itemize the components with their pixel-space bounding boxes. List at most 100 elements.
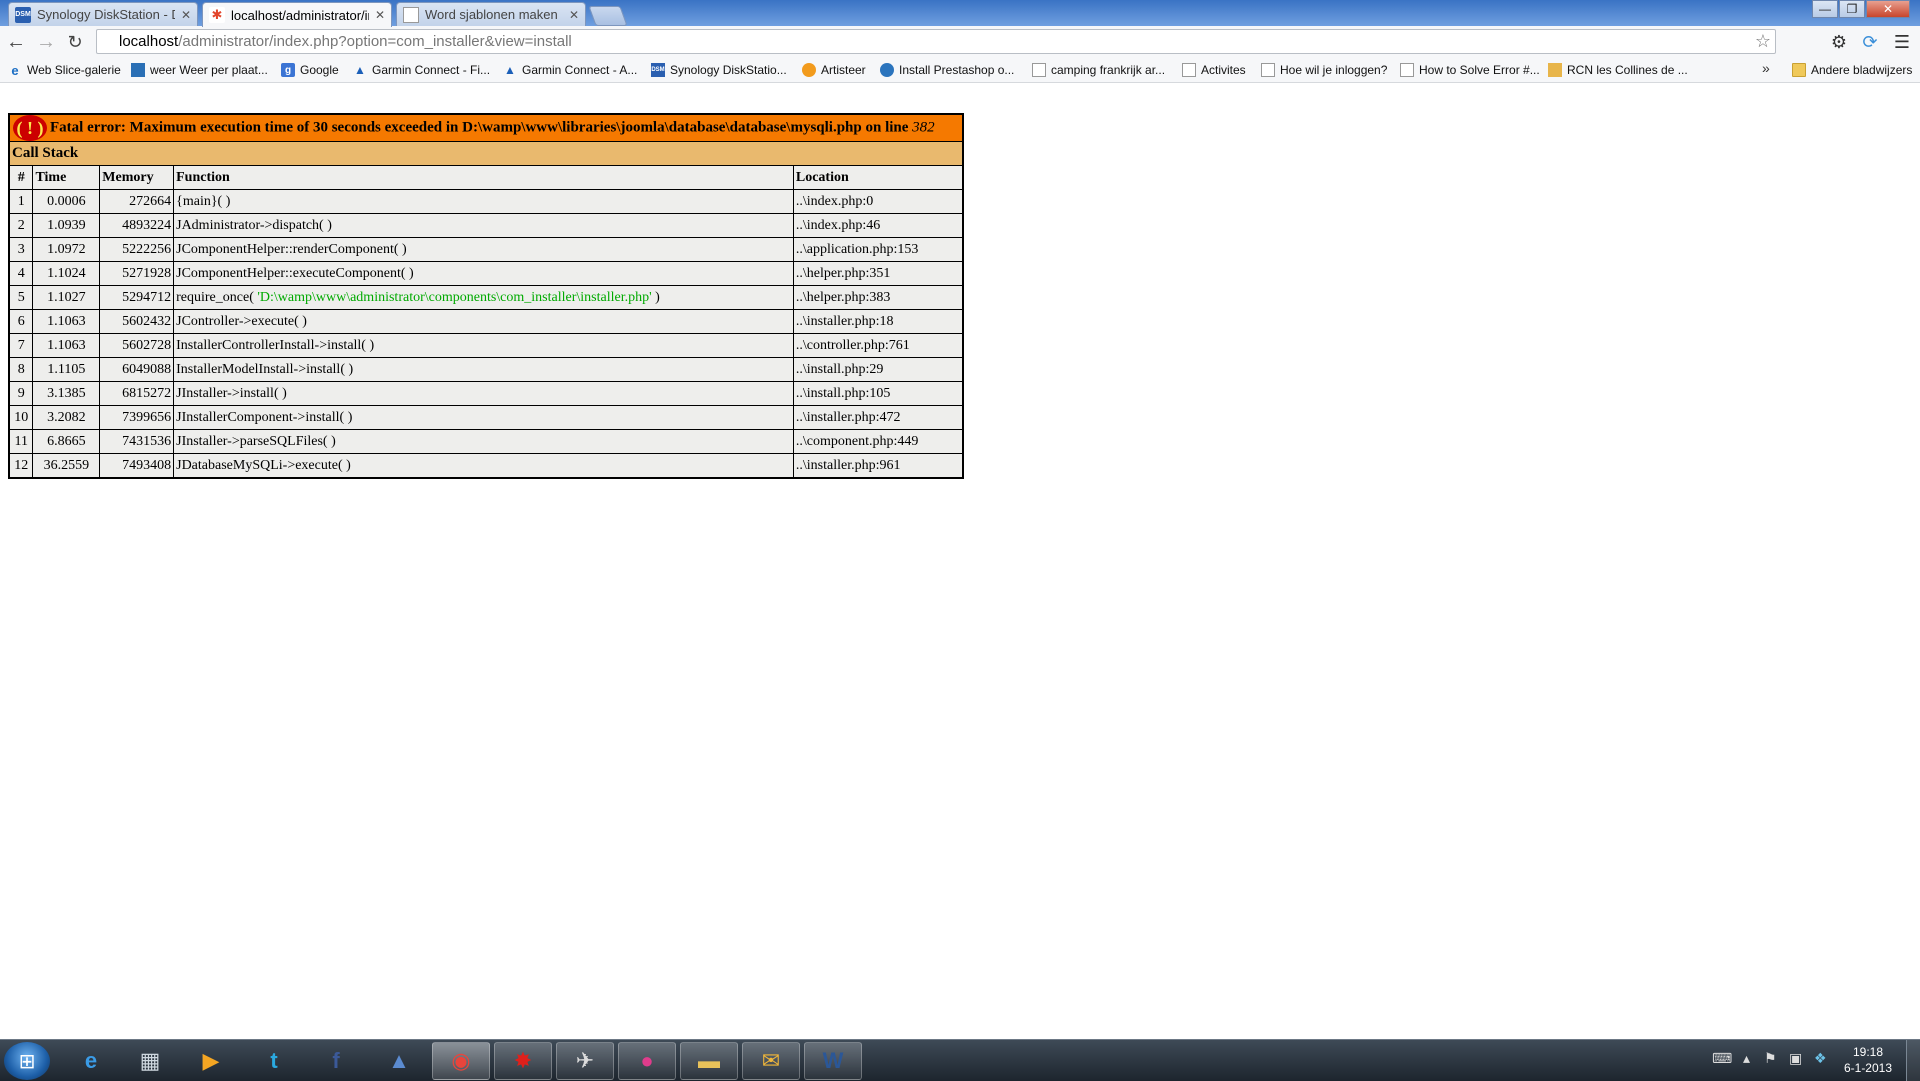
tab-localhost[interactable]: ✱ localhost/administrator/ir ✕ — [202, 2, 392, 27]
keyboard-icon[interactable]: ⌨ — [1712, 1050, 1732, 1067]
tab-word-sjablonen[interactable]: Word sjablonen maken ✕ — [396, 2, 586, 26]
function-argument: 'D:\wamp\www\administrator\components\co… — [257, 290, 652, 305]
error-header-row: ( ! ) Fatal error: Maximum execution time… — [8, 113, 964, 142]
garmin-icon: ▲ — [504, 63, 516, 77]
wrench-icon[interactable]: ⚙ — [1827, 30, 1851, 54]
table-row: 2 1.0939 4893224 JAdministrator->dispatch( … — [8, 213, 964, 238]
internet-explorer-icon: e — [84, 1048, 98, 1073]
call-stack-title: Call Stack — [8, 141, 964, 166]
close-window-button[interactable]: ✕ — [1866, 0, 1910, 18]
function-name: JInstallerComponent->install( ) — [176, 410, 353, 425]
close-icon[interactable]: ✕ — [569, 8, 579, 22]
media-player-taskbar-button[interactable]: ▶ — [182, 1042, 240, 1080]
cell-location: ..\installer.php:472 — [792, 405, 964, 430]
dsm-icon: DSM — [651, 63, 665, 77]
function-name: InstallerModelInstall->install( ) — [176, 362, 354, 377]
tab-title: localhost/administrator/ir — [231, 7, 369, 23]
paint-splash-taskbar-button[interactable]: ✸ — [494, 1042, 552, 1080]
cell-function: JComponentHelper::renderComponent( ) — [173, 237, 794, 262]
cell-time: 1.0972 — [32, 237, 101, 262]
cell-number: 6 — [8, 309, 34, 334]
network-tool-taskbar-button[interactable]: ✈ — [556, 1042, 614, 1080]
close-icon[interactable]: ✕ — [375, 8, 385, 22]
cell-time: 6.8665 — [32, 429, 101, 454]
cell-memory: 5271928 — [99, 261, 175, 286]
word-taskbar-button[interactable]: W — [804, 1042, 862, 1080]
address-bar[interactable]: localhost/administrator/index.php?option… — [96, 29, 1776, 54]
table-row: 10 3.2082 7399656 JInstallerComponent->inst… — [8, 405, 964, 430]
bookmark-artisteer[interactable]: Artisteer — [802, 61, 866, 79]
maximize-button[interactable]: ❐ — [1839, 0, 1865, 18]
forward-arrow-icon[interactable]: → — [34, 30, 58, 54]
media-player-icon: ▶ — [202, 1048, 220, 1073]
bookmark-weer[interactable]: weer Weer per plaat... — [131, 61, 268, 79]
calculator-taskbar-button[interactable]: ▦ — [121, 1042, 179, 1080]
twitter-taskbar-button[interactable]: t — [245, 1042, 303, 1080]
cell-time: 1.0939 — [32, 213, 101, 238]
close-icon[interactable]: ✕ — [181, 8, 191, 22]
reload-icon[interactable]: ↻ — [63, 30, 87, 54]
bookmark-garmin-1[interactable]: ▲ Garmin Connect - Fi... — [353, 61, 490, 79]
flag-icon[interactable]: ⚑ — [1764, 1050, 1777, 1067]
new-tab-button[interactable] — [588, 6, 628, 26]
chevron-up-icon[interactable]: ▴ — [1743, 1050, 1750, 1067]
cell-number: 4 — [8, 261, 34, 286]
cell-location: ..\application.php:153 — [792, 237, 964, 262]
artisteer-icon — [802, 63, 816, 77]
cell-time: 0.0006 — [32, 189, 101, 214]
tab-synology[interactable]: DSM Synology DiskStation - Di ✕ — [8, 2, 198, 26]
cell-time: 1.1063 — [32, 309, 101, 334]
cell-location: ..\helper.php:351 — [792, 261, 964, 286]
bookmark-garmin-2[interactable]: ▲ Garmin Connect - A... — [503, 61, 637, 79]
cell-time: 3.2082 — [32, 405, 101, 430]
bookmark-inloggen[interactable]: Hoe wil je inloggen? — [1261, 61, 1387, 79]
cell-function: {main}( ) — [173, 189, 794, 214]
tab-title: Word sjablonen maken — [425, 7, 558, 22]
joomla-icon: ✱ — [209, 7, 225, 23]
ie-icon: e — [11, 62, 19, 78]
windows-explorer-taskbar-button[interactable]: ▬ — [680, 1042, 738, 1080]
system-clock[interactable]: 19:18 6-1-2013 — [1832, 1044, 1904, 1076]
cell-number: 7 — [8, 333, 34, 358]
cell-function: JDatabaseMySQLi->execute( ) — [173, 453, 794, 479]
cell-number: 1 — [8, 189, 34, 214]
extension-icon[interactable]: ⟳ — [1858, 30, 1882, 54]
bookmark-activites[interactable]: Activites — [1182, 61, 1246, 79]
chrome-taskbar-button[interactable]: ◉ — [432, 1042, 490, 1080]
outlook-taskbar-button[interactable]: ✉ — [742, 1042, 800, 1080]
bookmarks-bar: e Web Slice-galerie weer Weer per plaat.… — [0, 58, 1920, 83]
bookmark-other[interactable]: Andere bladwijzers — [1792, 61, 1912, 79]
garmin-taskbar-button[interactable]: ▲ — [370, 1042, 428, 1080]
app-pink-icon: ● — [640, 1048, 654, 1073]
cell-number: 9 — [8, 381, 34, 406]
network-icon[interactable]: ▣ — [1789, 1050, 1802, 1067]
column-header-function: Function — [173, 165, 794, 190]
table-row: 9 3.1385 6815272 JInstaller->install( ) ..\i… — [8, 381, 964, 406]
bookmark-camping[interactable]: camping frankrijk ar... — [1032, 61, 1165, 79]
page-icon — [1182, 63, 1196, 77]
cell-number: 2 — [8, 213, 34, 238]
call-stack-header-row: # Time Memory Function Location — [8, 165, 964, 190]
function-name: require_once( — [176, 290, 258, 305]
function-name: InstallerControllerInstall->install( ) — [176, 338, 375, 353]
facebook-taskbar-button[interactable]: f — [307, 1042, 365, 1080]
chevron-right-icon[interactable]: » — [1762, 60, 1770, 76]
column-header-time: Time — [32, 165, 101, 190]
menu-icon[interactable]: ☰ — [1890, 30, 1914, 54]
app-pink-taskbar-button[interactable]: ● — [618, 1042, 676, 1080]
bookmark-google[interactable]: g Google — [281, 61, 339, 79]
bookmark-synology[interactable]: DSM Synology DiskStatio... — [651, 61, 787, 79]
dropbox-icon[interactable]: ❖ — [1814, 1050, 1827, 1067]
bookmark-solve-error[interactable]: How to Solve Error #... — [1400, 61, 1540, 79]
minimize-button[interactable]: — — [1812, 0, 1838, 18]
show-desktop-button[interactable] — [1906, 1040, 1920, 1081]
back-arrow-icon[interactable]: ← — [4, 30, 28, 54]
bookmark-prestashop[interactable]: Install Prestashop o... — [880, 61, 1014, 79]
cell-number: 11 — [8, 429, 34, 454]
internet-explorer-taskbar-button[interactable]: e — [62, 1042, 120, 1080]
start-button[interactable]: ⊞ — [4, 1042, 50, 1080]
bookmark-web-slice[interactable]: e Web Slice-galerie — [8, 61, 120, 79]
bookmark-star-icon[interactable]: ☆ — [1755, 31, 1771, 52]
weather-icon — [131, 63, 145, 77]
bookmark-rcn[interactable]: RCN les Collines de ... — [1548, 61, 1688, 79]
